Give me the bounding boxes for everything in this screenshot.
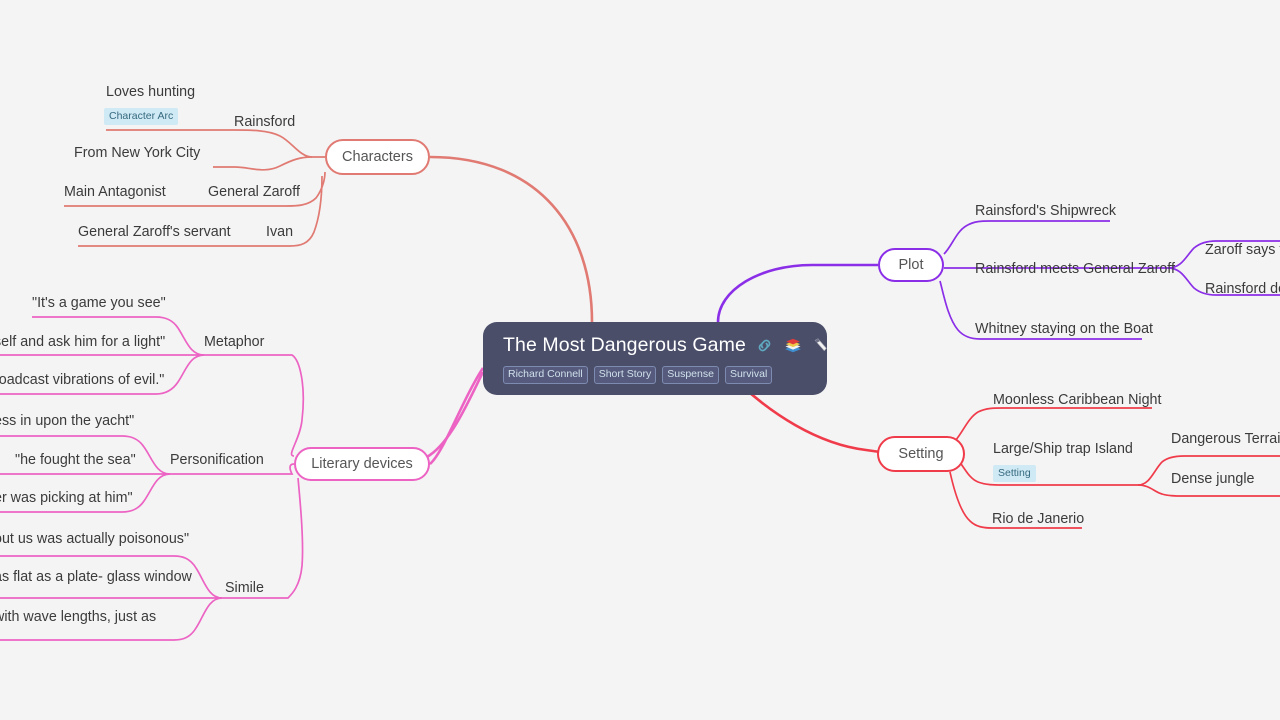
leaf-label-rio-de-janerio: Rio de Janerio	[992, 511, 1085, 527]
leaf-label-metaphor-quote-2: self and ask him for a light"	[0, 334, 166, 350]
leaf-label-rainsfords-shipwreck: Rainsford's Shipwreck	[975, 203, 1116, 219]
root-title-row: The Most Dangerous Game	[503, 334, 827, 357]
root-node[interactable]: The Most Dangerous Game Richard Connell …	[483, 322, 827, 396]
leaf-ivan[interactable]: Ivan	[266, 224, 293, 241]
edge-setting-island	[956, 458, 1138, 486]
leaf-rio-de-janerio[interactable]: Rio de Janerio	[992, 511, 1084, 528]
leaf-label-rainsford: Rainsford	[234, 114, 296, 130]
leaf-label-personification-quote-2: "he fought the sea"	[15, 452, 136, 468]
leaf-personification-quote-2[interactable]: "he fought the sea"	[15, 452, 136, 469]
badge-setting[interactable]: Setting	[993, 465, 1036, 483]
leaf-label-dangerous-terrain: Dangerous Terrain	[1171, 431, 1280, 447]
branch-label-literary-devices: Literary devices	[311, 456, 413, 472]
tag-theme[interactable]: Survival	[724, 366, 773, 385]
leaf-simile[interactable]: Simile	[225, 580, 264, 597]
leaf-label-personification: Personification	[170, 452, 264, 468]
leaf-metaphor-quote-1[interactable]: "It's a game you see"	[32, 295, 166, 312]
leaf-label-rainsford-does: Rainsford do	[1205, 281, 1280, 297]
branch-label-setting: Setting	[898, 446, 944, 462]
leaf-label-personification-quote-1: ess in upon the yacht"	[0, 413, 135, 429]
leaf-label-ivan: Ivan	[266, 224, 294, 240]
leaf-metaphor-quote-2[interactable]: self and ask him for a light"	[0, 334, 165, 351]
leaf-general-zaroff[interactable]: General Zaroff	[208, 184, 300, 201]
leaf-simile-quote-3[interactable]: with wave lengths, just as	[0, 609, 156, 626]
link-icon[interactable]	[755, 336, 774, 355]
leaf-label-moonless-caribbean-night: Moonless Caribbean Night	[993, 392, 1162, 408]
leaf-whitney-staying-on-the-boat[interactable]: Whitney staying on the Boat	[975, 321, 1153, 338]
leaf-label-simile: Simile	[225, 580, 264, 596]
edge-setting-moonless	[954, 407, 1152, 442]
branch-node-characters[interactable]: Characters	[325, 139, 430, 175]
leaf-personification-quote-3[interactable]: er was picking at him"	[0, 490, 133, 507]
leaf-label-metaphor-quote-3: roadcast vibrations of evil."	[0, 372, 165, 388]
leaf-label-personification-quote-3: er was picking at him"	[0, 490, 133, 506]
leaf-dense-jungle[interactable]: Dense jungle	[1171, 471, 1254, 488]
leaf-simile-quote-1[interactable]: out us was actually poisonous"	[0, 531, 189, 548]
leaf-personification-quote-1[interactable]: ess in upon the yacht"	[0, 413, 134, 430]
edge-root-literary-2	[429, 367, 485, 465]
tag-author[interactable]: Richard Connell	[503, 366, 588, 385]
leaf-zaroff-says[interactable]: Zaroff says t	[1205, 242, 1280, 259]
leaf-loves-hunting[interactable]: Loves hunting	[106, 84, 195, 101]
books-icon[interactable]	[783, 336, 803, 355]
leaf-label-metaphor: Metaphor	[204, 334, 265, 350]
branch-label-characters: Characters	[342, 149, 413, 165]
branch-node-plot[interactable]: Plot	[878, 248, 944, 282]
page-title: The Most Dangerous Game	[503, 334, 746, 356]
leaf-label-metaphor-quote-1: "It's a game you see"	[32, 295, 166, 311]
leaf-label-zaroffs-servant: General Zaroff's servant	[78, 224, 231, 240]
leaf-metaphor[interactable]: Metaphor	[204, 334, 264, 351]
leaf-moonless-caribbean-night[interactable]: Moonless Caribbean Night	[993, 392, 1161, 409]
leaf-metaphor-quote-3[interactable]: roadcast vibrations of evil."	[0, 372, 164, 389]
leaf-rainsford-meets-general-zaroff[interactable]: Rainsford meets General Zaroff	[975, 261, 1175, 278]
edge-root-characters	[429, 155, 594, 323]
badge-character-arc-wrap: Character Arc	[104, 106, 179, 126]
leaf-label-zaroff-says: Zaroff says t	[1205, 242, 1280, 258]
leaf-label-simile-quote-1: out us was actually poisonous"	[0, 531, 190, 547]
leaf-personification[interactable]: Personification	[170, 452, 264, 469]
branch-node-literary-devices[interactable]: Literary devices	[294, 447, 430, 481]
leaf-label-large-ship-trap-island: Large/Ship trap Island	[993, 441, 1133, 457]
edge-rainsford-newyork	[213, 156, 313, 171]
mindmap-canvas: The Most Dangerous Game Richard Connell …	[0, 0, 1280, 720]
edge-literary-metaphor	[204, 354, 305, 457]
root-tag-list: Richard Connell Short Story Suspense Sur…	[503, 366, 809, 385]
leaf-label-simile-quote-3: with wave lengths, just as	[0, 609, 157, 625]
leaf-dangerous-terrain[interactable]: Dangerous Terrain	[1171, 431, 1280, 448]
leaf-label-whitney-staying-on-the-boat: Whitney staying on the Boat	[975, 321, 1154, 337]
leaf-rainsford-does[interactable]: Rainsford do	[1205, 281, 1280, 298]
branch-node-setting[interactable]: Setting	[877, 436, 965, 472]
leaf-main-antagonist[interactable]: Main Antagonist	[64, 184, 166, 201]
badge-character-arc[interactable]: Character Arc	[104, 108, 179, 126]
edge-root-literary	[422, 371, 485, 466]
leaf-label-simile-quote-2: as flat as a plate- glass window	[0, 569, 192, 585]
leaf-label-dense-jungle: Dense jungle	[1171, 471, 1255, 487]
edge-plot-shipwreck	[943, 220, 1110, 255]
leaf-label-from-new-york-city: From New York City	[74, 145, 201, 161]
tag-genre[interactable]: Short Story	[593, 366, 657, 385]
pen-icon[interactable]	[812, 336, 831, 355]
branch-label-plot: Plot	[898, 257, 924, 273]
leaf-large-ship-trap-island[interactable]: Large/Ship trap Island	[993, 441, 1133, 458]
tag-mood[interactable]: Suspense	[662, 366, 719, 385]
badge-setting-wrap: Setting	[993, 463, 1036, 483]
edge-root-plot	[716, 263, 878, 323]
leaf-label-rainsford-meets-general-zaroff: Rainsford meets General Zaroff	[975, 261, 1175, 277]
leaf-rainsfords-shipwreck[interactable]: Rainsford's Shipwreck	[975, 203, 1116, 220]
leaf-label-general-zaroff: General Zaroff	[208, 184, 300, 200]
leaf-rainsford[interactable]: Rainsford	[234, 114, 295, 131]
leaf-zaroffs-servant[interactable]: General Zaroff's servant	[78, 224, 231, 241]
leaf-label-main-antagonist: Main Antagonist	[64, 184, 166, 200]
leaf-simile-quote-2[interactable]: as flat as a plate- glass window	[0, 569, 192, 586]
leaf-label-loves-hunting: Loves hunting	[106, 84, 196, 100]
leaf-from-new-york-city[interactable]: From New York City	[74, 145, 200, 162]
